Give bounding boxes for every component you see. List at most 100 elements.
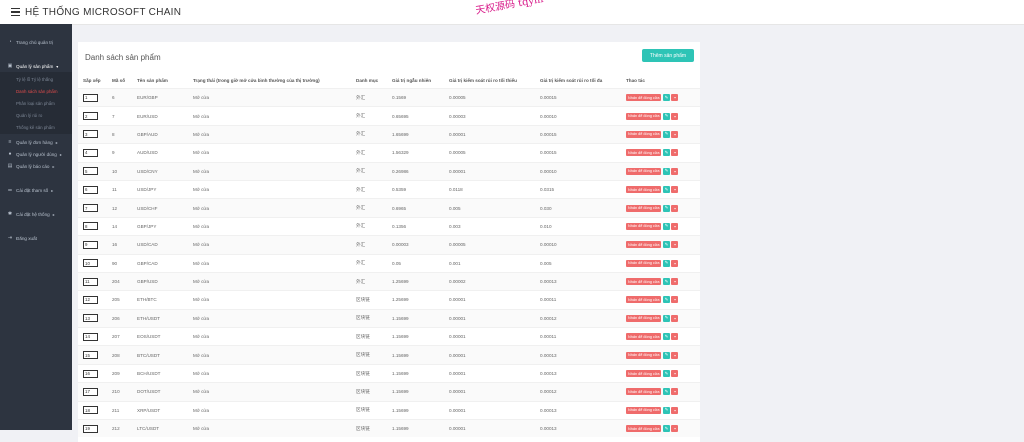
close-market-button[interactable]: Nhấn để đóng cửa — [626, 222, 662, 230]
header-min-risk: Giá trị kiểm soát rủi ro tối thiểu — [449, 77, 517, 83]
close-market-button[interactable]: Nhấn để đóng cửa — [626, 278, 662, 286]
trash-icon[interactable]: ▪ — [671, 149, 679, 157]
pencil-icon[interactable]: ✎ — [662, 130, 670, 138]
trash-icon[interactable]: ▪ — [671, 241, 679, 249]
order-input[interactable] — [83, 185, 98, 194]
order-input[interactable] — [83, 167, 98, 176]
max-risk-cell: 0.030 — [540, 205, 552, 211]
pencil-icon[interactable]: ✎ — [662, 333, 670, 341]
trash-icon[interactable]: ▪ — [671, 333, 679, 341]
sidebar-item-2[interactable]: ≡ Quản lý đơn hàng ▸ — [0, 136, 72, 148]
pencil-icon[interactable]: ✎ — [662, 425, 670, 433]
submenu-item-1[interactable]: Danh sách sản phẩm — [0, 85, 72, 97]
pencil-icon[interactable]: ✎ — [662, 296, 670, 304]
order-input[interactable] — [83, 387, 98, 396]
random-cell: 0.5359 — [392, 187, 407, 193]
order-input[interactable] — [83, 332, 98, 341]
table-row: 207 EOS/USDT Mở cửa 区块链 1.15699 0.00001 0.0001… — [78, 327, 700, 345]
submenu-item-3[interactable]: Quản lý rủi ro — [0, 109, 72, 121]
category-cell: 外汇 — [356, 168, 366, 174]
order-input[interactable] — [83, 351, 98, 360]
close-market-button[interactable]: Nhấn để đóng cửa — [626, 314, 662, 322]
close-market-button[interactable]: Nhấn để đóng cửa — [626, 130, 662, 138]
random-cell: 0.00003 — [392, 242, 409, 248]
close-market-button[interactable]: Nhấn để đóng cửa — [626, 259, 662, 267]
trash-icon[interactable]: ▪ — [671, 314, 679, 322]
pencil-icon[interactable]: ✎ — [662, 370, 670, 378]
order-input[interactable] — [83, 406, 98, 415]
pencil-icon[interactable]: ✎ — [662, 204, 670, 212]
sidebar-item-7[interactable]: ⇥ Đăng xuất — [0, 232, 72, 244]
pencil-icon[interactable]: ✎ — [662, 406, 670, 414]
close-market-button[interactable]: Nhấn để đóng cửa — [626, 112, 662, 120]
pencil-icon[interactable]: ✎ — [662, 351, 670, 359]
order-input[interactable] — [83, 259, 98, 268]
category-cell: 外汇 — [356, 278, 366, 284]
pencil-icon[interactable]: ✎ — [662, 278, 670, 286]
order-input[interactable] — [83, 369, 98, 378]
pencil-icon[interactable]: ✎ — [662, 388, 670, 396]
trash-icon[interactable]: ▪ — [671, 167, 679, 175]
close-market-button[interactable]: Nhấn để đóng cửa — [626, 370, 662, 378]
close-market-button[interactable]: Nhấn để đóng cửa — [626, 351, 662, 359]
close-market-button[interactable]: Nhấn để đóng cửa — [626, 296, 662, 304]
trash-icon[interactable]: ▪ — [671, 425, 679, 433]
order-input[interactable] — [83, 424, 98, 433]
trash-icon[interactable]: ▪ — [671, 278, 679, 286]
pencil-icon[interactable]: ✎ — [662, 314, 670, 322]
sidebar-item-5[interactable]: ⚌ Cài đặt tham số ▸ — [0, 184, 72, 196]
pencil-icon[interactable]: ✎ — [662, 241, 670, 249]
pencil-icon[interactable]: ✎ — [662, 186, 670, 194]
sidebar-item-4[interactable]: ▤ Quản lý báo cáo ▸ — [0, 160, 72, 172]
close-market-button[interactable]: Nhấn để đóng cửa — [626, 94, 662, 102]
close-market-button[interactable]: Nhấn để đóng cửa — [626, 425, 662, 433]
sidebar-item-3[interactable]: ● Quản lý người dùng ▸ — [0, 148, 72, 160]
trash-icon[interactable]: ▪ — [671, 370, 679, 378]
order-input[interactable] — [83, 295, 98, 304]
order-input[interactable] — [83, 148, 98, 157]
close-market-button[interactable]: Nhấn để đóng cửa — [626, 149, 662, 157]
close-market-button[interactable]: Nhấn để đóng cửa — [626, 388, 662, 396]
trash-icon[interactable]: ▪ — [671, 351, 679, 359]
add-product-button[interactable]: Thêm sản phẩm — [642, 49, 694, 62]
close-market-button[interactable]: Nhấn để đóng cửa — [626, 241, 662, 249]
close-market-button[interactable]: Nhấn để đóng cửa — [626, 406, 662, 414]
trash-icon[interactable]: ▪ — [671, 112, 679, 120]
name-cell: GBP/JPY — [137, 223, 157, 229]
close-market-button[interactable]: Nhấn để đóng cửa — [626, 186, 662, 194]
trash-icon[interactable]: ▪ — [671, 130, 679, 138]
close-market-button[interactable]: Nhấn để đóng cửa — [626, 167, 662, 175]
order-input[interactable] — [83, 222, 98, 231]
trash-icon[interactable]: ▪ — [671, 296, 679, 304]
close-market-button[interactable]: Nhấn để đóng cửa — [626, 333, 662, 341]
order-input[interactable] — [83, 240, 98, 249]
order-input[interactable] — [83, 112, 98, 121]
order-cell — [78, 167, 112, 176]
sidebar-item-1[interactable]: ▣ Quản lý sản phẩm ▾ — [0, 60, 72, 72]
sidebar-item-0[interactable]: ◔ Trang chủ quản trị — [0, 36, 72, 48]
trash-icon[interactable]: ▪ — [671, 388, 679, 396]
close-market-button[interactable]: Nhấn để đóng cửa — [626, 204, 662, 212]
trash-icon[interactable]: ▪ — [671, 406, 679, 414]
trash-icon[interactable]: ▪ — [671, 204, 679, 212]
pencil-icon[interactable]: ✎ — [662, 112, 670, 120]
trash-icon[interactable]: ▪ — [671, 222, 679, 230]
submenu-item-0[interactable]: Tỷ lệ lỗ Tỷ lệ thắng — [0, 73, 72, 85]
submenu-item-2[interactable]: Phân loại sản phẩm — [0, 97, 72, 109]
trash-icon[interactable]: ▪ — [671, 94, 679, 102]
order-input[interactable] — [83, 204, 98, 213]
order-input[interactable] — [83, 93, 98, 102]
submenu-item-4[interactable]: Thống kê sản phẩm — [0, 121, 72, 133]
trash-icon[interactable]: ▪ — [671, 186, 679, 194]
sidebar-item-6[interactable]: ✱ Cài đặt hệ thống ▸ — [0, 208, 72, 220]
pencil-icon[interactable]: ✎ — [662, 94, 670, 102]
trash-icon[interactable]: ▪ — [671, 259, 679, 267]
pencil-icon[interactable]: ✎ — [662, 259, 670, 267]
order-input[interactable] — [83, 130, 98, 139]
order-input[interactable] — [83, 277, 98, 286]
pencil-icon[interactable]: ✎ — [662, 149, 670, 157]
menu-toggle-icon[interactable] — [6, 3, 24, 21]
pencil-icon[interactable]: ✎ — [662, 222, 670, 230]
pencil-icon[interactable]: ✎ — [662, 167, 670, 175]
order-input[interactable] — [83, 314, 98, 323]
